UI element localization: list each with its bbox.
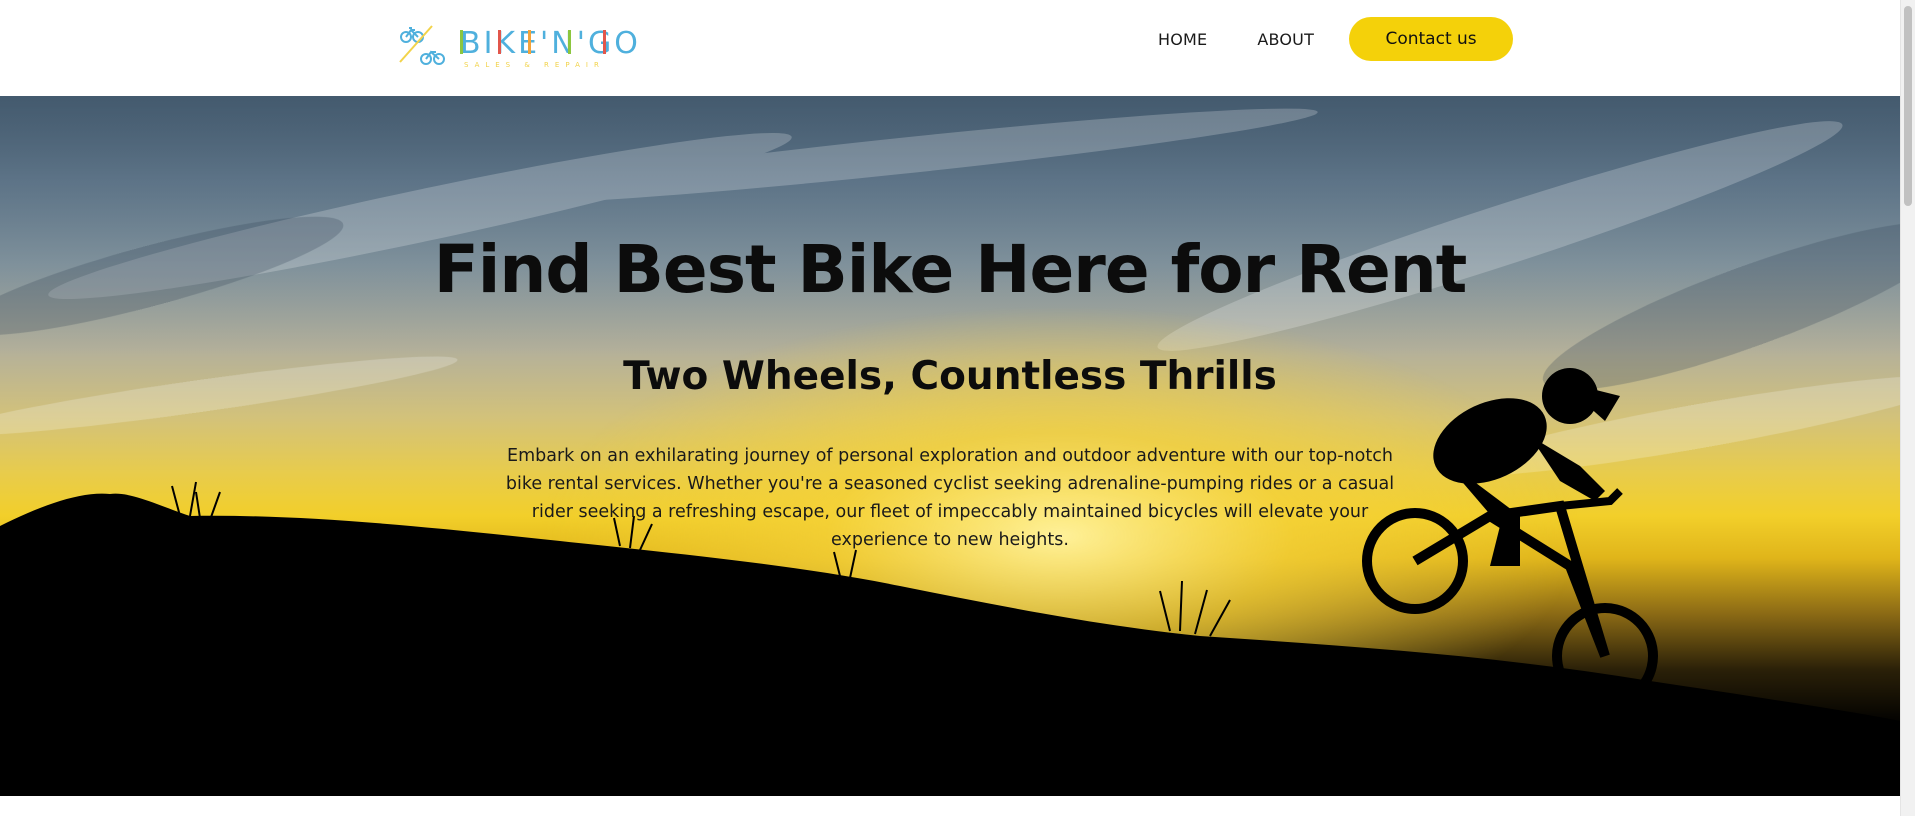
- nav-home-link[interactable]: HOME: [1158, 30, 1207, 49]
- logo-tagline: SALES & REPAIR: [464, 61, 605, 69]
- vertical-scrollbar[interactable]: [1900, 0, 1915, 816]
- page-bottom-strip: [0, 796, 1900, 816]
- hero-subtitle: Two Wheels, Countless Thrills: [623, 354, 1277, 399]
- scrollbar-thumb[interactable]: [1904, 6, 1912, 206]
- bike-logo-icon: BIKE'N'GO SALES & REPAIR: [399, 25, 641, 69]
- brand-logo[interactable]: BIKE'N'GO SALES & REPAIR: [398, 20, 644, 72]
- page: BIKE'N'GO SALES & REPAIR HOME ABOUT Cont…: [0, 0, 1915, 816]
- hero-title: Find Best Bike Here for Rent: [433, 231, 1468, 308]
- hero-section: Find Best Bike Here for Rent Two Wheels,…: [0, 96, 1900, 796]
- main-nav: HOME ABOUT Contact us: [1140, 17, 1514, 61]
- nav-about-link[interactable]: ABOUT: [1257, 30, 1314, 49]
- logo-wordmark: BIKE'N'GO: [460, 26, 641, 61]
- contact-us-button[interactable]: Contact us: [1349, 17, 1514, 61]
- site-header: BIKE'N'GO SALES & REPAIR HOME ABOUT Cont…: [0, 0, 1900, 96]
- hero-description: Embark on an exhilarating journey of per…: [505, 446, 1395, 550]
